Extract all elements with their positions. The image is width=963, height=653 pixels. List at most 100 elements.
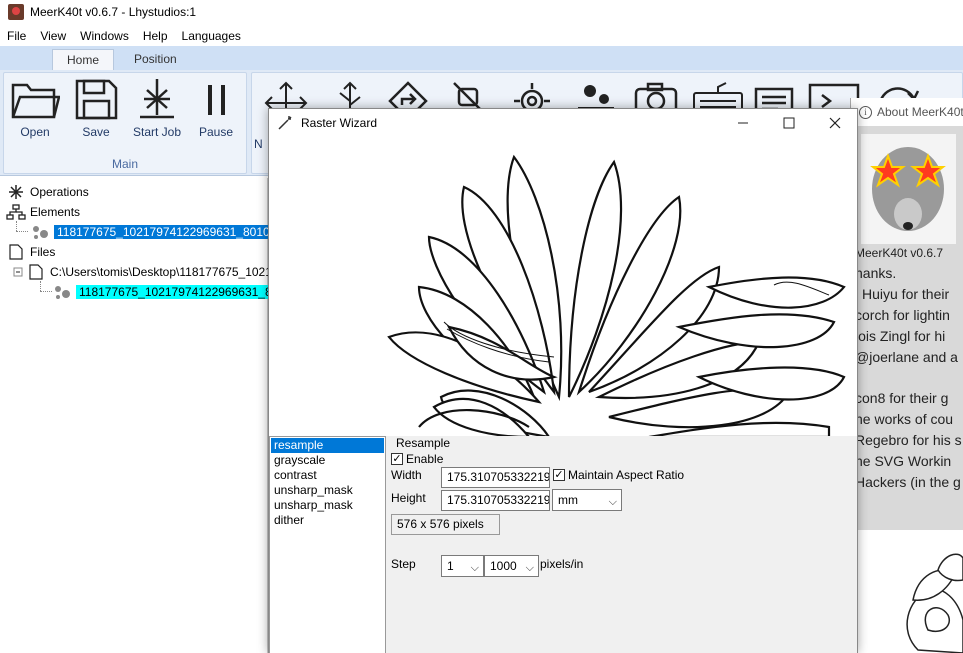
save-button[interactable]: Save [68, 77, 124, 139]
about-credit-line: corch for lightin [855, 307, 950, 323]
tree-node-element-image[interactable]: 118177675_10217974122969631_80103815 [30, 223, 300, 241]
menubar: File View Windows Help Languages [0, 25, 963, 46]
menu-view[interactable]: View [33, 29, 73, 43]
tree-label-operations: Operations [30, 185, 89, 199]
about-credit-line: i Huiyu for their [855, 286, 950, 302]
floppy-disk-icon [75, 79, 118, 120]
sunflower-drawing-icon [387, 154, 846, 437]
save-label: Save [82, 125, 110, 139]
ribbon-tabs: Home Position [0, 46, 963, 70]
tree-connector [40, 291, 52, 292]
start-job-button[interactable]: Start Job [127, 77, 187, 139]
canvas-image-fragment [858, 530, 963, 653]
ribbon-group-main: Open Save Start Job Pause Main [3, 72, 247, 174]
close-icon [829, 117, 841, 129]
dpi-value: 1000 [490, 559, 517, 573]
project-tree: Operations Elements 118177675_1021797412… [0, 178, 300, 653]
operation-item-grayscale[interactable]: grayscale [271, 453, 384, 468]
raster-preview [269, 137, 857, 437]
laser-burst-icon [140, 79, 174, 119]
expand-collapse-icon[interactable] [12, 265, 26, 279]
tab-position[interactable]: Position [120, 49, 191, 70]
operation-item-unsharp-mask[interactable]: unsharp_mask [271, 483, 384, 498]
tree-connector [40, 281, 41, 291]
tab-home[interactable]: Home [52, 49, 115, 70]
about-window: i About MeerK40t MeerK40t v0.6.7 hanks. … [850, 98, 963, 530]
meerkat-logo-icon [861, 134, 956, 244]
unit-select[interactable]: mm ⌵ [552, 489, 622, 511]
menu-windows[interactable]: Windows [73, 29, 136, 43]
chevron-down-icon: ⌵ [525, 562, 534, 574]
operation-item-resample[interactable]: resample [271, 438, 384, 453]
step-select[interactable]: 1 ⌵ [441, 555, 484, 577]
pause-button[interactable]: Pause [188, 77, 244, 139]
menu-languages[interactable]: Languages [175, 29, 248, 43]
tree-node-elements[interactable]: Elements [6, 203, 80, 221]
step-label: Step [391, 557, 416, 571]
step-value: 1 [447, 559, 454, 573]
image-gears-icon [55, 286, 70, 299]
pause-label: Pause [198, 125, 234, 139]
about-titlebar: i About MeerK40t [851, 98, 963, 126]
raster-wizard-window: Raster Wizard resample grayscale contras… [268, 108, 858, 653]
about-credit-line: Hackers (in the g [855, 474, 961, 490]
maximize-button[interactable] [766, 109, 812, 137]
element-item-label: 118177675_10217974122969631_80103815 [54, 225, 300, 239]
height-label: Height [391, 491, 426, 505]
about-version: MeerK40t v0.6.7 [855, 246, 944, 260]
operation-item-unsharp-mask[interactable]: unsharp_mask [271, 498, 384, 513]
minimize-button[interactable] [720, 109, 766, 137]
open-label: Open [20, 125, 50, 139]
raster-wizard-title: Raster Wizard [301, 116, 378, 130]
unit-value: mm [558, 493, 578, 507]
about-title: About MeerK40t [877, 105, 963, 119]
enable-checkbox[interactable]: ✓ [391, 453, 403, 465]
main-titlebar: MeerK40t v0.6.7 - Lhystudios:1 [0, 0, 963, 24]
pixels-info: 576 x 576 pixels [391, 514, 500, 535]
about-credit-line: Regebro for his s [855, 432, 962, 448]
file-icon [9, 244, 23, 260]
about-credit-line: he SVG Workin [855, 453, 952, 469]
about-credit-line: lois Zingl for hi [855, 328, 946, 344]
chevron-down-icon: ⌵ [608, 496, 617, 508]
start-job-label: Start Job [132, 125, 182, 139]
close-button[interactable] [812, 109, 858, 137]
laser-icon [9, 185, 23, 199]
open-button[interactable]: Open [7, 77, 63, 139]
operations-list[interactable]: resample grayscale contrast unsharp_mask… [269, 436, 386, 653]
width-label: Width [391, 468, 422, 482]
menu-file[interactable]: File [0, 29, 33, 43]
enable-label: Enable [406, 452, 444, 466]
meerk40t-app-icon [8, 4, 24, 20]
flower-drawing-icon [906, 553, 963, 653]
hierarchy-icon [6, 204, 26, 220]
tree-node-files[interactable]: Files [6, 243, 55, 261]
magic-wand-icon [278, 116, 292, 130]
maintain-aspect-label: Maintain Aspect Ratio [568, 468, 685, 482]
operation-item-contrast[interactable]: contrast [271, 468, 384, 483]
height-input[interactable]: 175.3107053322191: [441, 490, 550, 511]
tree-connector [16, 231, 28, 232]
width-input[interactable]: 175.3107053322191: [441, 467, 550, 488]
dpi-select[interactable]: 1000 ⌵ [484, 555, 539, 577]
info-icon: i [859, 105, 872, 119]
group-main-label: Main [111, 157, 138, 171]
image-gears-icon [33, 226, 48, 239]
maintain-aspect-checkbox[interactable]: ✓ [553, 469, 565, 481]
tree-node-operations[interactable]: Operations [6, 183, 89, 201]
minimize-icon [738, 122, 748, 124]
tree-label-elements: Elements [30, 205, 81, 219]
tree-connector [16, 221, 17, 231]
folder-icon [11, 83, 60, 119]
tree-node-file-path[interactable]: C:\Users\tomis\Desktop\118177675_1021 [12, 263, 272, 281]
tree-node-file-image[interactable]: 118177675_10217974122969631_8010 [52, 283, 295, 301]
menu-help[interactable]: Help [136, 29, 175, 43]
pause-icon [208, 85, 225, 115]
window-title: MeerK40t v0.6.7 - Lhystudios:1 [30, 5, 197, 19]
about-credit-line: he works of cou [855, 411, 954, 427]
dpi-unit-label: pixels/in [540, 557, 584, 571]
operation-item-dither[interactable]: dither [271, 513, 384, 528]
tree-label-files: Files [30, 245, 56, 259]
resample-panel: Resample ✓ Enable Width 175.310705332219… [386, 436, 857, 653]
file-icon [29, 264, 43, 280]
